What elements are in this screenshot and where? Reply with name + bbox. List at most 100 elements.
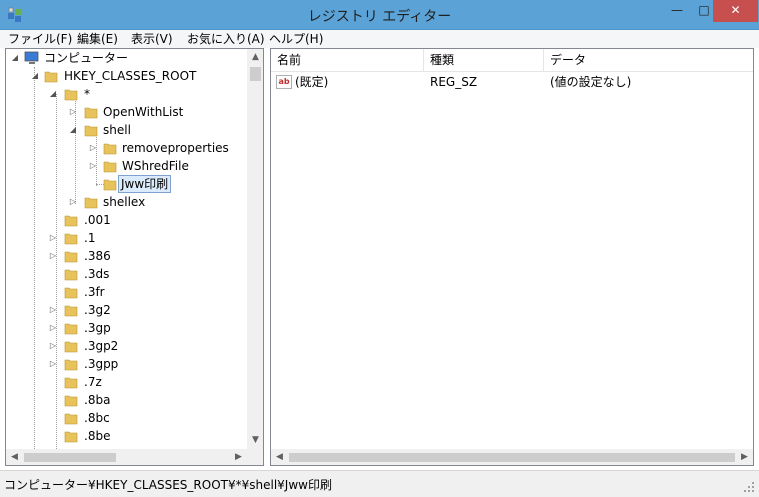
column-header-name[interactable]: 名前 xyxy=(271,49,424,72)
scroll-thumb[interactable] xyxy=(250,67,261,81)
tree-item-ext[interactable]: ▷ .3gp xyxy=(6,319,246,337)
tree-vertical-scrollbar[interactable]: ▲ ▼ xyxy=(247,49,263,449)
scroll-right-icon[interactable]: ▶ xyxy=(230,449,247,465)
folder-icon xyxy=(64,323,78,335)
scroll-thumb[interactable] xyxy=(24,453,116,462)
tree-label: * xyxy=(84,87,90,101)
tree-item-computer[interactable]: ◢ コンピューター xyxy=(6,49,246,67)
folder-icon xyxy=(84,125,98,137)
folder-icon xyxy=(64,395,78,407)
tree-item-jww[interactable]: Jww印刷 xyxy=(6,175,246,193)
close-button[interactable]: ✕ xyxy=(713,0,758,22)
tree-label: shell xyxy=(103,123,131,137)
expand-arrow-icon[interactable]: ▷ xyxy=(48,337,58,355)
list-horizontal-scrollbar[interactable]: ◀ ▶ xyxy=(271,449,753,465)
tree-item-ext[interactable]: .8ba xyxy=(6,391,246,409)
tree-item-wshredfile[interactable]: ▷ WShredFile xyxy=(6,157,246,175)
resize-grip-icon[interactable] xyxy=(743,481,755,493)
menu-view[interactable]: 表示(V) xyxy=(127,30,177,48)
tree-label: WShredFile xyxy=(122,159,189,173)
tree-item-removeproperties[interactable]: ▷ removeproperties xyxy=(6,139,246,157)
tree-label: コンピューター xyxy=(44,51,129,65)
menu-edit[interactable]: 編集(E) xyxy=(73,30,122,48)
expand-arrow-icon[interactable]: ▷ xyxy=(48,247,58,265)
expand-arrow-icon[interactable]: ▷ xyxy=(48,229,58,247)
expand-arrow-icon[interactable]: ▷ xyxy=(68,193,78,211)
folder-icon xyxy=(84,107,98,119)
tree-item-openwithlist[interactable]: ▷ OpenWithList xyxy=(6,103,246,121)
folder-icon xyxy=(64,359,78,371)
collapse-arrow-icon[interactable]: ◢ xyxy=(68,121,78,139)
tree-label: .1 xyxy=(84,231,96,245)
tree-item-star[interactable]: ◢ * xyxy=(6,85,246,103)
scroll-right-icon[interactable]: ▶ xyxy=(736,449,753,465)
tree-item-ext[interactable]: .3fr xyxy=(6,283,246,301)
computer-icon xyxy=(24,51,39,64)
tree-label: .8ba xyxy=(84,393,111,407)
tree-item-ext[interactable]: .3ds xyxy=(6,265,246,283)
expand-arrow-icon[interactable]: ▷ xyxy=(88,139,98,157)
column-header-type[interactable]: 種類 xyxy=(424,49,544,72)
scroll-thumb[interactable] xyxy=(289,453,735,462)
tree-item-ext[interactable]: .001 xyxy=(6,211,246,229)
tree-item-ext[interactable]: ▷ .3gpp xyxy=(6,355,246,373)
tree-label: .3gp xyxy=(84,321,111,335)
string-value-icon: ab xyxy=(276,75,292,89)
value-type: REG_SZ xyxy=(430,75,478,89)
tree-item-ext[interactable]: .7z xyxy=(6,373,246,391)
tree-label: .7z xyxy=(84,375,102,389)
menu-bar: ファイル(F) 編集(E) 表示(V) お気に入り(A) ヘルプ(H) xyxy=(0,30,759,48)
scroll-left-icon[interactable]: ◀ xyxy=(271,449,288,465)
folder-icon xyxy=(64,305,78,317)
menu-help[interactable]: ヘルプ(H) xyxy=(265,30,327,48)
tree-label: .3fr xyxy=(84,285,105,299)
tree-label: OpenWithList xyxy=(103,105,184,119)
collapse-arrow-icon[interactable]: ◢ xyxy=(10,49,20,67)
folder-icon xyxy=(64,215,78,227)
tree-label: .3gpp xyxy=(84,357,119,371)
collapse-arrow-icon[interactable]: ◢ xyxy=(48,85,58,103)
expand-arrow-icon[interactable]: ▷ xyxy=(88,157,98,175)
tree-item-ext[interactable]: ▷ .3g2 xyxy=(6,301,246,319)
folder-icon xyxy=(84,197,98,209)
tree-label: .386 xyxy=(84,249,111,263)
tree-item-ext[interactable]: ▷ .1 xyxy=(6,229,246,247)
expand-arrow-icon[interactable]: ▷ xyxy=(48,301,58,319)
scroll-up-icon[interactable]: ▲ xyxy=(247,49,263,66)
tree-pane[interactable]: ◢ コンピューター ◢ HKEY_CLASSES_ROOT ◢ * ▷ Open… xyxy=(5,48,264,466)
folder-icon xyxy=(64,269,78,281)
values-pane[interactable]: 名前 種類 データ ab (既定) REG_SZ (値の設定なし) ◀ ▶ xyxy=(270,48,754,466)
collapse-arrow-icon[interactable]: ◢ xyxy=(30,67,40,85)
list-header: 名前 種類 データ xyxy=(271,49,753,72)
tree-label: .8be xyxy=(84,429,111,443)
menu-file[interactable]: ファイル(F) xyxy=(4,30,76,48)
scroll-left-icon[interactable]: ◀ xyxy=(6,449,23,465)
tree-item-ext[interactable]: .8be xyxy=(6,427,246,445)
tree-item-shell[interactable]: ◢ shell xyxy=(6,121,246,139)
column-header-data[interactable]: データ xyxy=(544,49,753,72)
tree-label: .3g2 xyxy=(84,303,111,317)
folder-icon xyxy=(64,233,78,245)
expand-arrow-icon[interactable]: ▷ xyxy=(68,103,78,121)
folder-icon xyxy=(64,89,78,101)
tree-item-shellex[interactable]: ▷ shellex xyxy=(6,193,246,211)
value-row[interactable]: ab (既定) REG_SZ (値の設定なし) xyxy=(271,73,753,91)
tree-label: shellex xyxy=(103,195,146,209)
tree-label: .001 xyxy=(84,213,111,227)
scroll-down-icon[interactable]: ▼ xyxy=(247,432,263,449)
tree-label: Jww印刷 xyxy=(118,175,172,193)
folder-icon xyxy=(103,161,117,173)
tree-horizontal-scrollbar[interactable]: ◀ ▶ xyxy=(6,449,247,465)
tree-item-ext[interactable]: ▷ .386 xyxy=(6,247,246,265)
tree-item-ext[interactable]: ▷ .3gp2 xyxy=(6,337,246,355)
tree-item-ext[interactable]: .8bc xyxy=(6,409,246,427)
expand-arrow-icon[interactable]: ▷ xyxy=(48,355,58,373)
value-data: (値の設定なし) xyxy=(550,75,632,89)
folder-icon xyxy=(103,179,117,191)
tree-item-hkcr[interactable]: ◢ HKEY_CLASSES_ROOT xyxy=(6,67,246,85)
menu-favorites[interactable]: お気に入り(A) xyxy=(183,30,269,48)
expand-arrow-icon[interactable]: ▷ xyxy=(48,319,58,337)
minimize-button[interactable]: — xyxy=(663,0,691,22)
folder-icon xyxy=(64,377,78,389)
status-bar: コンピューター¥HKEY_CLASSES_ROOT¥*¥shell¥Jww印刷 xyxy=(0,470,759,497)
